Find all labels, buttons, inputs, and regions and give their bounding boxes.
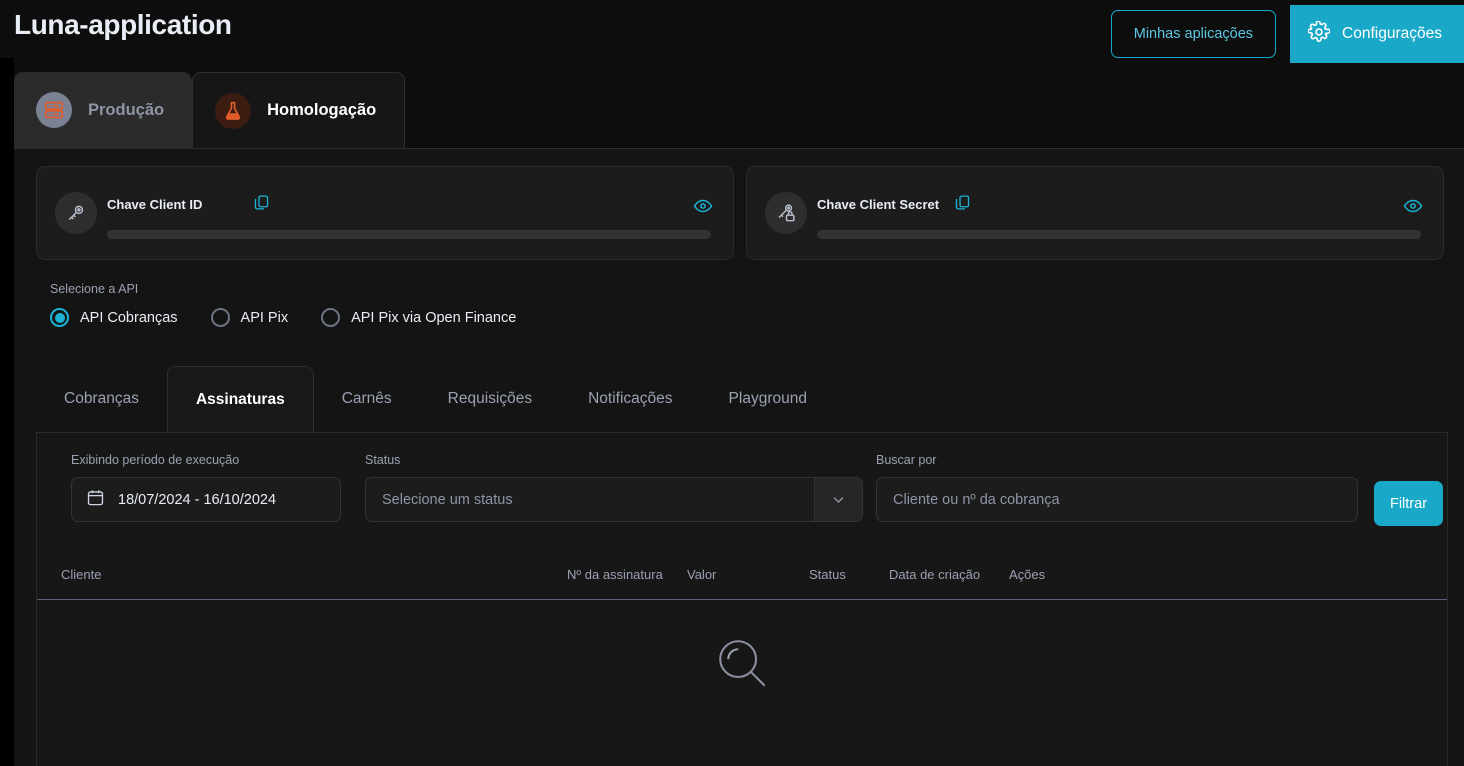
key-lock-icon xyxy=(765,192,807,234)
eye-icon[interactable] xyxy=(693,196,713,221)
header-actions: Minhas aplicações Configurações xyxy=(1110,5,1464,63)
calendar-icon xyxy=(86,488,105,511)
settings-button[interactable]: Configurações xyxy=(1290,5,1464,63)
app-root: Luna-application Minhas aplicações Confi… xyxy=(0,0,1464,766)
column-header-valor: Valor xyxy=(687,567,717,582)
tab-requisicoes[interactable]: Requisições xyxy=(420,366,560,432)
filter-bar: Exibindo período de execução 18/07/2024 … xyxy=(36,432,1448,549)
gear-icon xyxy=(1307,19,1331,48)
magnifier-icon xyxy=(713,634,771,697)
radio-label: API Pix via Open Finance xyxy=(351,309,517,326)
tab-carnes[interactable]: Carnês xyxy=(314,366,420,432)
left-rail xyxy=(0,0,14,766)
radio-indicator xyxy=(321,308,341,327)
credentials-row: Chave Client ID Chave Client Secret xyxy=(36,166,1444,260)
search-field: Buscar por Cliente ou nº da cobrança xyxy=(876,453,1358,522)
copy-icon[interactable] xyxy=(253,194,270,216)
flask-icon xyxy=(215,92,252,129)
section-tabs: Cobranças Assinaturas Carnês Requisições… xyxy=(36,366,835,432)
copy-icon[interactable] xyxy=(954,194,971,216)
tab-assinaturas[interactable]: Assinaturas xyxy=(166,366,314,432)
tab-cobrancas[interactable]: Cobranças xyxy=(36,366,167,432)
chevron-down-icon[interactable] xyxy=(814,478,862,521)
radio-label: API Pix xyxy=(240,309,289,326)
search-input[interactable]: Cliente ou nº da cobrança xyxy=(876,477,1358,522)
page-title: Luna-application xyxy=(14,9,232,40)
env-tab-label: Produção xyxy=(88,100,165,119)
server-icon xyxy=(36,92,72,128)
status-select-value: Selecione um status xyxy=(382,491,513,508)
main-panel: Chave Client ID Chave Client Secret Sele… xyxy=(14,148,1464,766)
tab-notificacoes[interactable]: Notificações xyxy=(560,366,700,432)
credential-card-client-id: Chave Client ID xyxy=(36,166,734,260)
date-range-label: Exibindo período de execução xyxy=(71,453,240,467)
tab-label: Playground xyxy=(728,390,807,407)
search-placeholder: Cliente ou nº da cobrança xyxy=(893,491,1060,508)
app-header: Luna-application Minhas aplicações Confi… xyxy=(0,0,1464,63)
api-select-caption: Selecione a API xyxy=(50,282,139,296)
api-radio-list: API Cobranças API Pix API Pix via Open F… xyxy=(50,308,516,327)
subscriptions-table: Cliente Nº da assinatura Valor Status Da… xyxy=(36,549,1448,766)
my-applications-button[interactable]: Minhas aplicações xyxy=(1110,10,1277,58)
tab-label: Requisições xyxy=(447,390,533,407)
column-header-data-criacao: Data de criação xyxy=(889,567,981,582)
eye-icon[interactable] xyxy=(1403,196,1423,221)
credential-label: Chave Client ID xyxy=(107,197,203,212)
date-range-value: 18/07/2024 - 16/10/2024 xyxy=(118,491,277,508)
table-header-row: Cliente Nº da assinatura Valor Status Da… xyxy=(37,549,1447,600)
tab-label: Notificações xyxy=(588,390,673,407)
filter-button-label: Filtrar xyxy=(1389,495,1428,512)
status-field: Status Selecione um status xyxy=(365,453,863,522)
credential-label: Chave Client Secret xyxy=(817,197,940,212)
my-applications-label: Minhas aplicações xyxy=(1133,26,1254,42)
radio-indicator xyxy=(210,308,230,327)
radio-api-pix-open-finance[interactable]: API Pix via Open Finance xyxy=(321,308,516,327)
env-tab-homologacao[interactable]: Homologação xyxy=(192,72,406,148)
date-range-field: Exibindo período de execução 18/07/2024 … xyxy=(71,453,341,522)
tab-playground[interactable]: Playground xyxy=(701,366,835,432)
env-tab-producao[interactable]: Produção xyxy=(14,72,193,148)
column-header-numero-assinatura: Nº da assinatura xyxy=(567,567,663,582)
radio-api-cobrancas[interactable]: API Cobranças xyxy=(50,308,178,327)
filter-button[interactable]: Filtrar xyxy=(1374,481,1443,526)
api-select-group: Selecione a API API Cobranças API Pix AP… xyxy=(50,282,516,327)
key-icon xyxy=(55,192,97,234)
date-range-input[interactable]: 18/07/2024 - 16/10/2024 xyxy=(71,477,341,522)
credential-masked-value xyxy=(107,230,711,239)
settings-label: Configurações xyxy=(1342,25,1442,42)
column-header-acoes: Ações xyxy=(1009,567,1046,582)
status-label: Status xyxy=(365,453,401,467)
tab-label: Cobranças xyxy=(64,390,139,407)
column-header-status: Status xyxy=(809,567,846,582)
credential-card-client-secret: Chave Client Secret xyxy=(746,166,1444,260)
tab-label: Assinaturas xyxy=(195,390,285,408)
radio-api-pix[interactable]: API Pix xyxy=(210,308,289,327)
status-select[interactable]: Selecione um status xyxy=(365,477,863,522)
tab-label: Carnês xyxy=(341,390,392,407)
environment-tabs: Produção Homologação xyxy=(14,72,406,148)
env-tab-label: Homologação xyxy=(267,101,377,119)
radio-indicator xyxy=(50,308,69,327)
search-label: Buscar por xyxy=(876,453,937,467)
radio-label: API Cobranças xyxy=(80,309,178,326)
table-empty-state xyxy=(37,634,1447,697)
credential-masked-value xyxy=(817,230,1421,239)
column-header-cliente: Cliente xyxy=(61,567,102,582)
